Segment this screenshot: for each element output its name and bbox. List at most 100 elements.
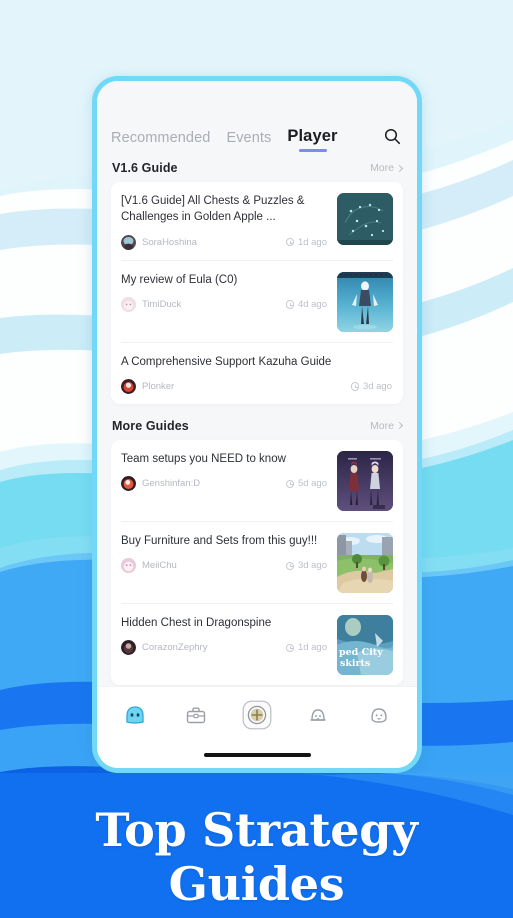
avatar: [121, 640, 136, 656]
post-author[interactable]: SoraHoshina: [142, 237, 197, 248]
guides-feed[interactable]: V1.6 Guide More [V1.6 Guide] All Chests …: [97, 153, 417, 686]
tab-active-underline: [299, 149, 327, 152]
search-button[interactable]: [384, 128, 401, 153]
ghost-icon: [370, 707, 387, 723]
team-setup-characters-icon: [337, 450, 393, 511]
post-body: A Comprehensive Support Kazuha Guide Plo…: [121, 354, 393, 394]
nav-profile[interactable]: [359, 695, 399, 735]
section-header-v16: V1.6 Guide More: [111, 153, 404, 182]
tab-recommended[interactable]: Recommended: [111, 130, 210, 153]
post-body: Hidden Chest in Dragonspine CorazonZephr…: [121, 615, 328, 656]
tab-bar: Recommended Events Player: [97, 81, 417, 153]
clock-icon: [350, 382, 360, 391]
list-item[interactable]: Team setups you NEED to know Genshinfan:…: [121, 440, 393, 521]
post-time-label: 1d ago: [297, 642, 327, 654]
thumb-overlay-text-1: ped City: [339, 647, 383, 658]
post-meta: Genshinfan:D 5d ago: [121, 476, 328, 492]
toolbox-icon: [186, 707, 206, 723]
nav-home-slime[interactable]: [115, 695, 155, 735]
phone-screen: Recommended Events Player V1.6 Guide Mor…: [97, 81, 417, 768]
nav-toolbox[interactable]: [176, 695, 216, 735]
dragonspine-map-icon: ped City skirts: [337, 614, 393, 675]
post-time: 3d ago: [285, 560, 328, 572]
serenitea-pot-scene-icon: [337, 532, 393, 593]
home-indicator[interactable]: [203, 752, 311, 758]
section-more-button[interactable]: More: [370, 419, 404, 432]
section-more-label: More: [370, 419, 394, 432]
bell-icon: [310, 708, 326, 721]
thumb-overlay-text-2: skirts: [340, 658, 370, 669]
tab-events[interactable]: Events: [226, 130, 271, 153]
post-time-label: 3d ago: [297, 560, 327, 572]
tab-player-label: Player: [287, 127, 338, 145]
post-body: Team setups you NEED to know Genshinfan:…: [121, 451, 328, 492]
guides-card-more: Team setups you NEED to know Genshinfan:…: [111, 439, 403, 685]
avatar: [121, 296, 136, 312]
section-more-button[interactable]: More: [370, 162, 404, 174]
post-thumbnail[interactable]: [337, 271, 393, 332]
clock-icon: [285, 300, 295, 309]
clock-icon: [285, 561, 295, 571]
post-meta: CorazonZephry 1d ago: [121, 640, 328, 656]
post-meta: Plonker 3d ago: [121, 378, 393, 394]
nav-create[interactable]: [237, 695, 277, 735]
section-header-more-guides: More Guides More: [111, 404, 404, 440]
list-item[interactable]: A Comprehensive Support Kazuha Guide Plo…: [121, 341, 393, 404]
avatar: [121, 234, 136, 250]
promo-banner: Top Strategy Guides: [0, 773, 513, 918]
post-time: 3d ago: [350, 380, 393, 392]
post-time: 5d ago: [285, 478, 328, 490]
post-time-label: 3d ago: [362, 380, 392, 392]
post-title: Buy Furniture and Sets from this guy!!!: [121, 534, 318, 547]
slime-icon: [126, 705, 145, 724]
post-title: Team setups you NEED to know: [121, 452, 286, 465]
map-golden-apple-icon: [337, 193, 393, 245]
post-author[interactable]: TimiDuck: [142, 299, 181, 310]
list-item[interactable]: [V1.6 Guide] All Chests & Puzzles & Chal…: [121, 182, 393, 260]
character-eula-icon: [337, 271, 393, 332]
post-title: [V1.6 Guide] All Chests & Puzzles & Chal…: [121, 195, 305, 224]
tab-player[interactable]: Player: [287, 127, 337, 153]
post-time-label: 5d ago: [297, 478, 327, 490]
avatar: [121, 476, 136, 492]
avatar: [121, 558, 136, 574]
section-title: More Guides: [112, 418, 189, 433]
bottom-navigation: [97, 686, 417, 742]
chevron-right-icon: [395, 164, 404, 172]
avatar: [121, 378, 136, 394]
section-more-label: More: [370, 162, 394, 174]
chevron-right-icon: [395, 422, 404, 430]
list-item[interactable]: Buy Furniture and Sets from this guy!!! …: [121, 520, 393, 603]
post-thumbnail[interactable]: [337, 450, 393, 511]
post-thumbnail[interactable]: [337, 532, 393, 593]
post-thumbnail[interactable]: ped City skirts: [337, 614, 393, 675]
post-author[interactable]: Genshinfan:D: [142, 478, 200, 489]
post-time-label: 4d ago: [297, 298, 327, 310]
tab-recommended-label: Recommended: [111, 130, 211, 146]
banner-headline: Top Strategy Guides: [95, 803, 418, 911]
post-meta: MeiiChu 3d ago: [121, 558, 328, 574]
post-author[interactable]: CorazonZephry: [142, 642, 207, 653]
clock-icon: [285, 479, 295, 489]
nav-notifications[interactable]: [298, 695, 338, 735]
post-author[interactable]: MeiiChu: [142, 560, 177, 571]
post-body: Buy Furniture and Sets from this guy!!! …: [121, 533, 328, 574]
home-indicator-area: [97, 742, 417, 768]
post-thumbnail[interactable]: [337, 193, 393, 245]
search-icon: [384, 128, 401, 145]
post-time: 1d ago: [285, 642, 328, 654]
post-body: [V1.6 Guide] All Chests & Puzzles & Chal…: [121, 193, 328, 250]
list-item[interactable]: Hidden Chest in Dragonspine CorazonZephr…: [121, 602, 393, 685]
post-title: My review of Eula (C0): [121, 273, 238, 286]
guides-card-v16: [V1.6 Guide] All Chests & Puzzles & Chal…: [111, 182, 403, 404]
compass-plus-icon: [242, 700, 272, 729]
list-item[interactable]: My review of Eula (C0) TimiDuck 4d ago: [121, 259, 393, 342]
post-author[interactable]: Plonker: [142, 381, 174, 392]
tab-events-label: Events: [226, 130, 272, 146]
post-body: My review of Eula (C0) TimiDuck 4d ago: [121, 272, 328, 312]
post-meta: SoraHoshina 1d ago: [121, 234, 328, 250]
post-title: A Comprehensive Support Kazuha Guide: [121, 355, 332, 368]
post-time: 1d ago: [285, 236, 328, 248]
post-title: Hidden Chest in Dragonspine: [121, 616, 272, 629]
post-time-label: 1d ago: [297, 236, 327, 248]
